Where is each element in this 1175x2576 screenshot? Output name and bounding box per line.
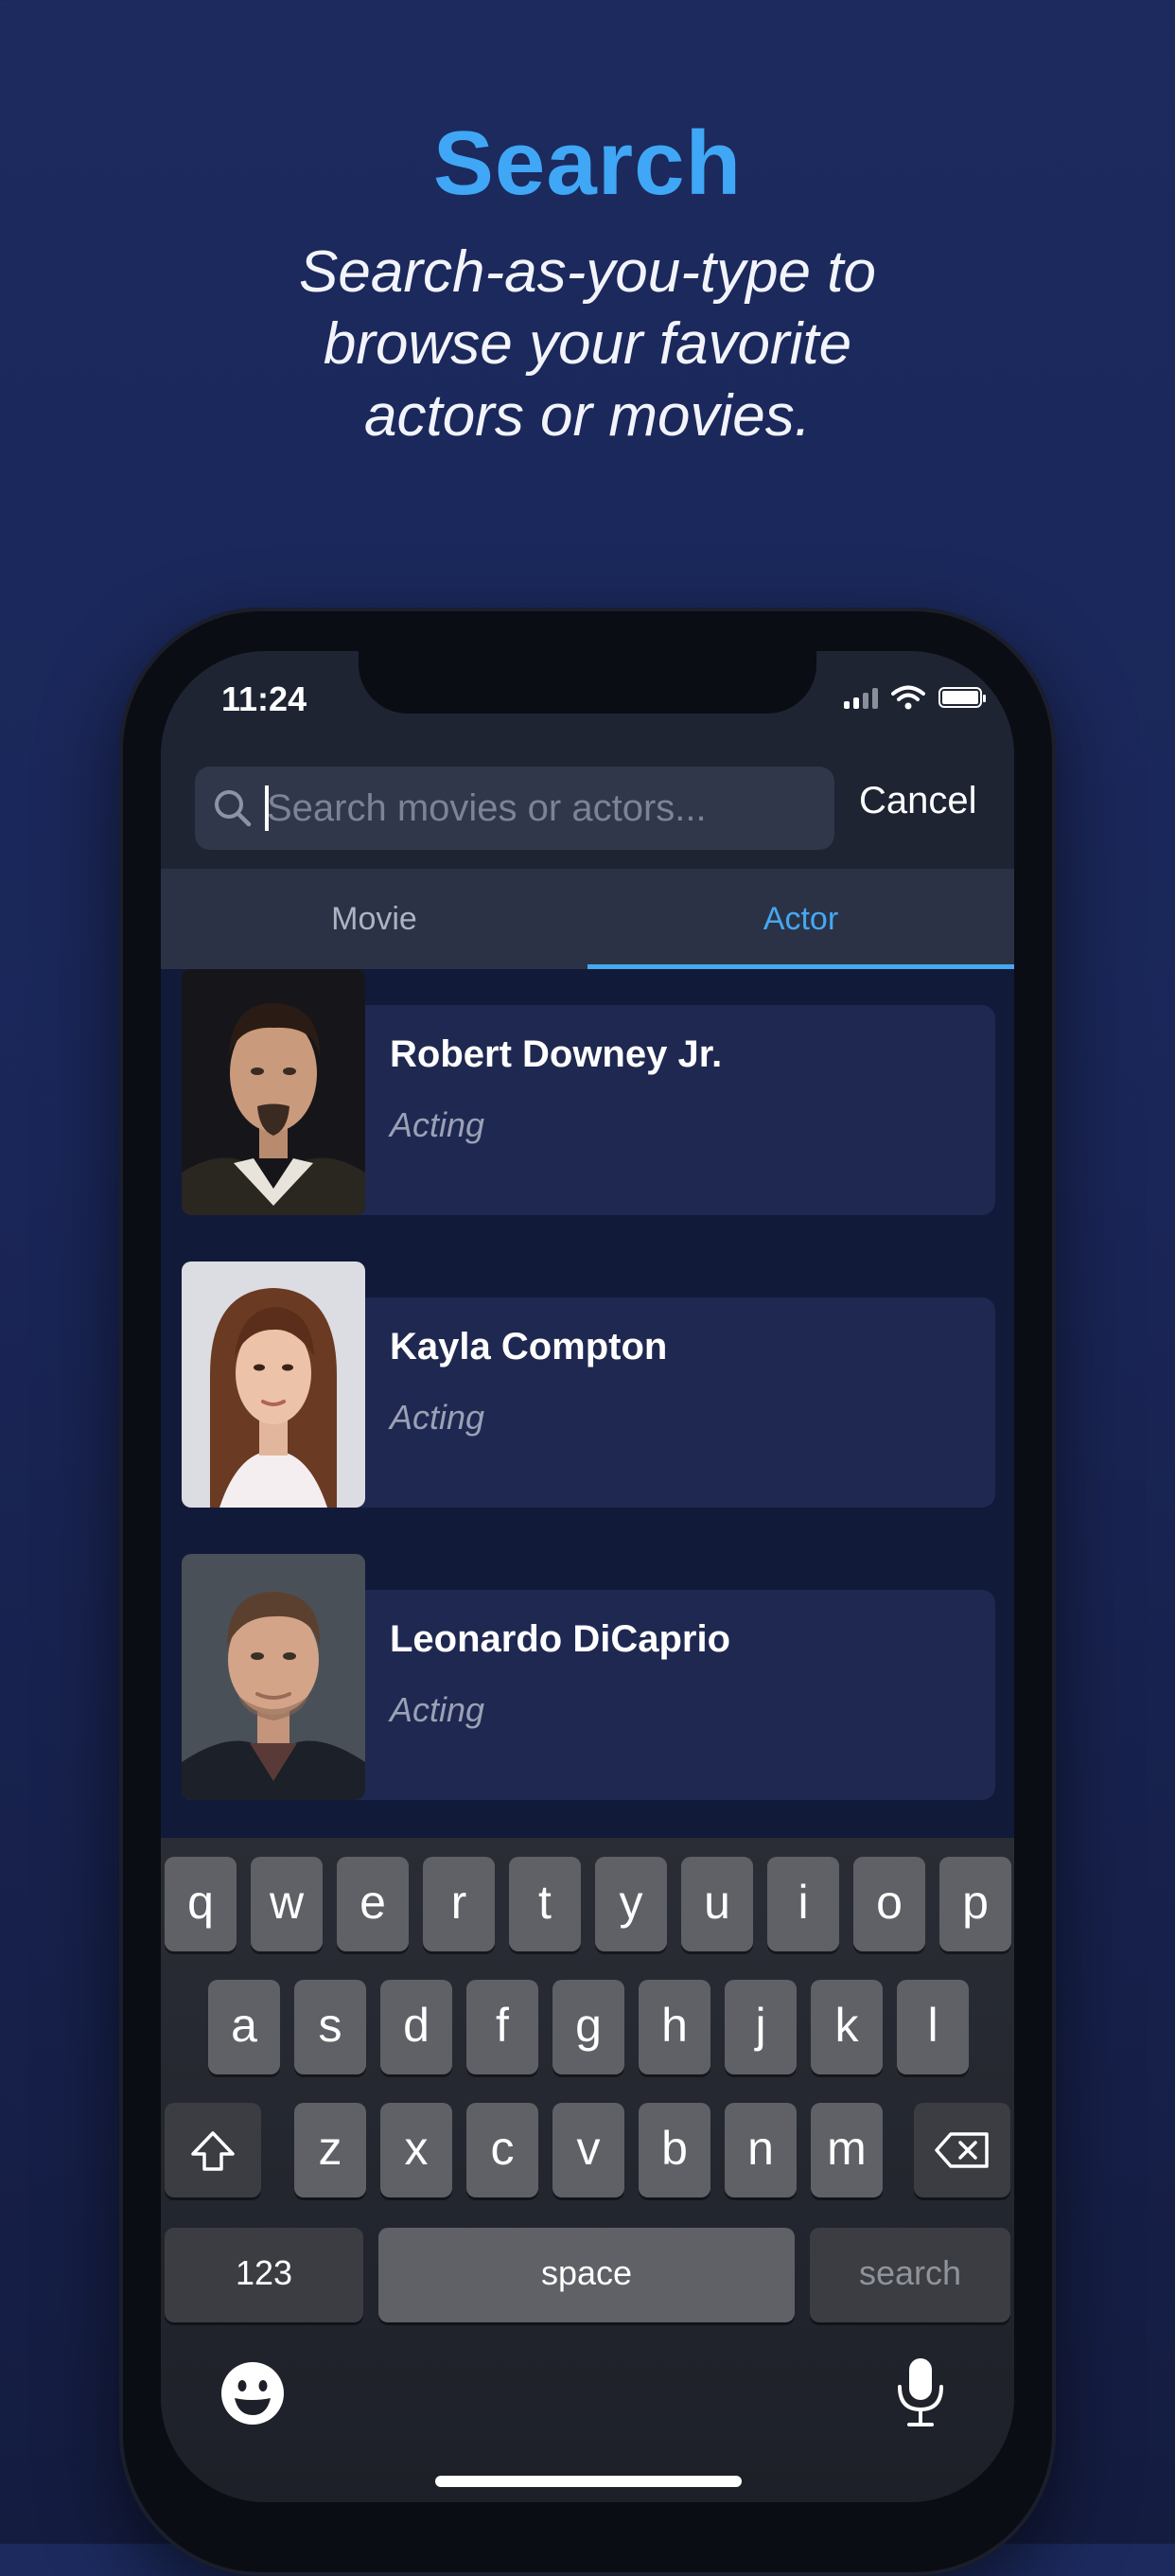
actor-name: Leonardo DiCaprio	[390, 1618, 731, 1660]
key-f[interactable]: f	[466, 1980, 538, 2074]
key-g[interactable]: g	[552, 1980, 624, 2074]
cellular-signal-icon	[844, 686, 878, 709]
search-field[interactable]	[195, 767, 834, 850]
tab-bar: Movie Actor	[161, 869, 1014, 969]
key-t[interactable]: t	[509, 1857, 581, 1951]
key-z[interactable]: z	[294, 2103, 366, 2197]
actor-role: Acting	[390, 1398, 485, 1437]
shift-key[interactable]	[165, 2103, 261, 2197]
phone-screen: 11:24 Cancel Movie Actor	[161, 651, 1014, 2502]
hero-title: Search	[432, 113, 743, 214]
key-i[interactable]: i	[767, 1857, 839, 1951]
key-e[interactable]: e	[337, 1857, 409, 1951]
key-u[interactable]: u	[681, 1857, 753, 1951]
status-time: 11:24	[221, 679, 307, 718]
key-a[interactable]: a	[208, 1980, 280, 2074]
key-j[interactable]: j	[725, 1980, 797, 2074]
hero-subtitle: Search-as-you-type to browse your favori…	[299, 239, 876, 449]
key-k[interactable]: k	[811, 1980, 883, 2074]
key-n[interactable]: n	[725, 2103, 797, 2197]
search-input[interactable]	[267, 767, 815, 850]
status-bar: 11:24	[161, 651, 1014, 748]
cancel-button[interactable]: Cancel	[859, 780, 977, 822]
key-o[interactable]: o	[853, 1857, 925, 1951]
key-s[interactable]: s	[294, 1980, 366, 2074]
delete-key[interactable]	[914, 2103, 1010, 2197]
space-key[interactable]: space	[378, 2228, 795, 2322]
tab-movie[interactable]: Movie	[161, 869, 588, 969]
list-item[interactable]: Robert Downey Jr. Acting	[182, 969, 995, 1215]
key-b[interactable]: b	[639, 2103, 710, 2197]
backspace-icon	[935, 2132, 989, 2168]
key-v[interactable]: v	[552, 2103, 624, 2197]
key-h[interactable]: h	[639, 1980, 710, 2074]
actor-photo	[182, 1262, 365, 1508]
microphone-icon[interactable]	[895, 2356, 946, 2428]
tab-actor[interactable]: Actor	[588, 869, 1014, 969]
actor-name: Kayla Compton	[390, 1326, 668, 1367]
key-p[interactable]: p	[939, 1857, 1011, 1951]
key-r[interactable]: r	[423, 1857, 495, 1951]
actor-photo	[182, 969, 365, 1215]
key-l[interactable]: l	[897, 1980, 969, 2074]
key-y[interactable]: y	[595, 1857, 667, 1951]
battery-icon	[938, 687, 986, 708]
key-x[interactable]: x	[380, 2103, 452, 2197]
key-m[interactable]: m	[811, 2103, 883, 2197]
notch	[359, 651, 816, 714]
actor-photo	[182, 1554, 365, 1800]
list-item[interactable]: Kayla Compton Acting	[182, 1262, 995, 1508]
key-c[interactable]: c	[466, 2103, 538, 2197]
text-cursor	[265, 785, 269, 831]
status-icons	[844, 683, 986, 712]
shift-icon	[191, 2131, 235, 2171]
emoji-icon[interactable]	[219, 2360, 286, 2426]
key-w[interactable]: w	[251, 1857, 323, 1951]
search-icon	[215, 790, 252, 827]
numbers-key[interactable]: 123	[165, 2228, 363, 2322]
key-q[interactable]: q	[165, 1857, 237, 1951]
home-indicator[interactable]	[435, 2476, 742, 2487]
search-bar: Cancel	[161, 748, 1014, 869]
list-item[interactable]: Leonardo DiCaprio Acting	[182, 1554, 995, 1800]
results-list: Robert Downey Jr. Acting Kayla Compton A…	[161, 969, 1014, 1864]
actor-role: Acting	[390, 1105, 485, 1144]
actor-name: Robert Downey Jr.	[390, 1033, 723, 1075]
on-screen-keyboard: q w e r t y u i o p a s d f g h j k l z …	[161, 1838, 1014, 2502]
search-key[interactable]: search	[810, 2228, 1010, 2322]
wifi-icon	[891, 685, 925, 710]
actor-role: Acting	[390, 1690, 485, 1729]
key-d[interactable]: d	[380, 1980, 452, 2074]
